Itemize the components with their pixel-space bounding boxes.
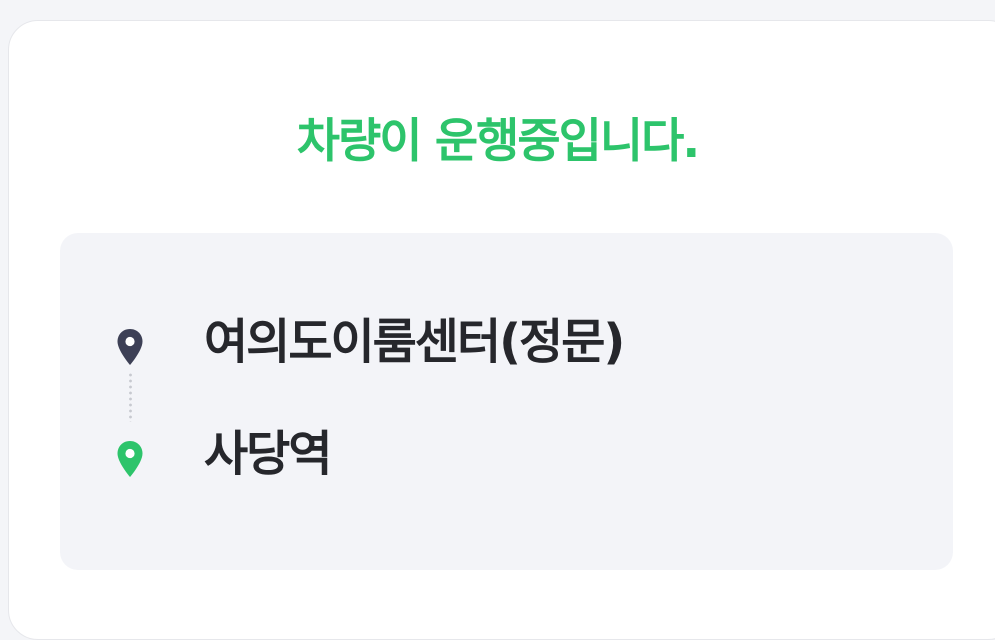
destination-stop-name: 사당역 [204,426,332,482]
destination-pin-icon [116,440,144,478]
route-connector-dots [129,372,132,422]
route-panel [60,233,953,570]
origin-pin-icon [116,328,144,366]
origin-stop-name: 여의도이룸센터(정문) [204,314,625,370]
status-message: 차량이 운행중입니다. [296,114,700,169]
